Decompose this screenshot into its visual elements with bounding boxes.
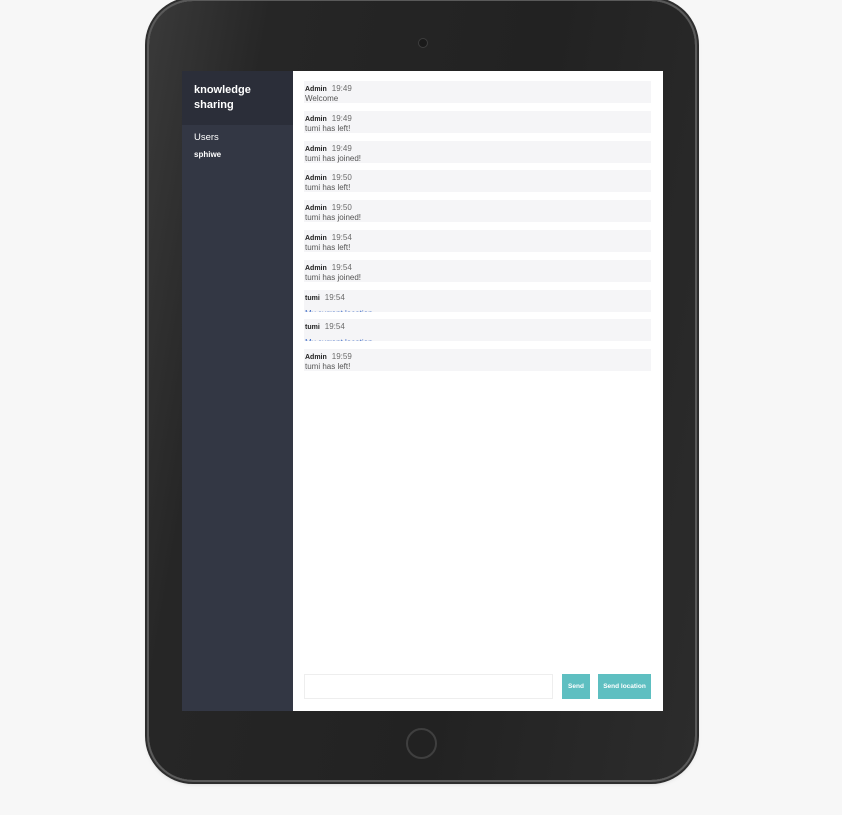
message-sender: tumi	[305, 294, 320, 302]
message-item: Admin 19:50 tumi has joined!	[304, 200, 651, 223]
room-title: knowledge sharing	[194, 84, 251, 111]
room-header: knowledge sharing	[182, 71, 293, 125]
message-item: Admin 19:49 Welcome	[304, 81, 651, 103]
message-time: 19:50	[331, 203, 352, 213]
message-composer: Send Send location	[304, 674, 651, 699]
user-list: sphiwe	[182, 149, 293, 161]
send-button[interactable]: Send	[562, 674, 590, 699]
message-sender: Admin	[305, 145, 327, 153]
message-time: 19:49	[331, 113, 352, 123]
message-sender: Admin	[305, 234, 327, 242]
message-time: 19:54	[331, 232, 352, 242]
message-item: Admin 19:54 tumi has left!	[304, 229, 651, 252]
message-text: tumi has left!	[305, 242, 351, 252]
message-meta: Admin 19:59	[305, 352, 651, 362]
message-time: 19:50	[331, 173, 352, 183]
message-item: Admin 19:59 tumi has left!	[304, 349, 651, 372]
message-item: tumi 19:54 My current location	[304, 319, 651, 342]
message-text: tumi has left!	[305, 362, 351, 372]
message-meta: tumi 19:54	[305, 293, 651, 303]
home-button[interactable]	[406, 728, 437, 759]
message-sender: Admin	[305, 354, 327, 362]
message-text: tumi has joined!	[305, 153, 362, 163]
location-link[interactable]: My current location	[305, 338, 373, 341]
sidebar: knowledge sharing Users sphiwe	[182, 71, 293, 711]
message-sender: Admin	[305, 115, 327, 123]
message-sender: Admin	[305, 86, 327, 93]
user-list-item: sphiwe	[194, 150, 222, 159]
message-time: 19:49	[331, 143, 352, 153]
message-text: tumi has left!	[305, 123, 351, 133]
message-meta: Admin 19:49	[305, 144, 651, 154]
message-item: tumi 19:54 My current location	[304, 289, 651, 312]
message-item: Admin 19:49 tumi has joined!	[304, 140, 651, 163]
message-meta: Admin 19:50	[305, 173, 651, 183]
message-meta: Admin 19:54	[305, 263, 651, 273]
chat-panel: Admin 19:49 Welcome Admin 19:49 tumi has left…	[293, 71, 663, 711]
message-item: Admin 19:50 tumi has left!	[304, 170, 651, 193]
message-sender: Admin	[305, 264, 327, 272]
message-text: tumi has joined!	[305, 272, 362, 282]
message-time: 19:54	[324, 322, 345, 332]
camera-icon	[418, 38, 428, 48]
message-meta: tumi 19:54	[305, 322, 651, 332]
message-meta: Admin 19:54	[305, 233, 651, 243]
message-item: Admin 19:54 tumi has joined!	[304, 259, 651, 282]
message-text: tumi has left!	[305, 183, 351, 193]
message-input[interactable]	[304, 674, 553, 699]
message-sender: Admin	[305, 205, 327, 213]
message-meta: Admin 19:49	[305, 84, 651, 94]
message-item: Admin 19:49 tumi has left!	[304, 110, 651, 133]
message-meta: Admin 19:50	[305, 203, 651, 213]
message-time: 19:54	[331, 262, 352, 272]
message-list[interactable]: Admin 19:49 Welcome Admin 19:49 tumi has left…	[304, 81, 651, 379]
message-time: 19:54	[324, 292, 345, 302]
message-text: Welcome	[305, 94, 339, 103]
chat-app-screen: knowledge sharing Users sphiwe Admin 19:4…	[182, 71, 663, 711]
users-heading: Users	[194, 132, 219, 143]
message-meta: Admin 19:49	[305, 114, 651, 124]
message-sender: tumi	[305, 324, 320, 332]
location-link[interactable]: My current location	[305, 309, 373, 312]
message-text: tumi has joined!	[305, 213, 362, 223]
message-time: 19:59	[331, 352, 352, 362]
message-time: 19:49	[331, 84, 352, 93]
message-sender: Admin	[305, 175, 327, 183]
send-location-button[interactable]: Send location	[598, 674, 651, 699]
